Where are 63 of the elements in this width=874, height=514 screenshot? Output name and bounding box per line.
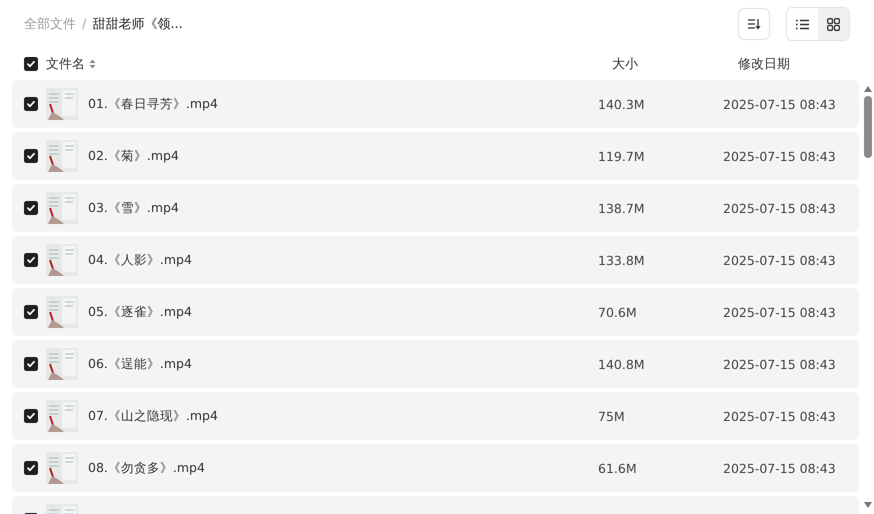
checkbox[interactable] (24, 409, 38, 423)
file-row[interactable]: 07.《山之隐现》.mp4 75M 2025-07-15 08:43 (12, 392, 859, 440)
file-name: 06.《逞能》.mp4 (88, 356, 192, 370)
modified-date: 2025-07-15 08:43 (723, 252, 836, 268)
checkbox[interactable] (24, 201, 38, 215)
grid-icon (827, 18, 840, 30)
file-name: 05.《逐雀》.mp4 (88, 304, 192, 318)
file-size: 61.6M (598, 460, 637, 476)
file-size: 138.7M (598, 200, 645, 216)
file-size: 119.7M (598, 148, 645, 164)
checkbox[interactable] (24, 253, 38, 267)
file-row[interactable]: 03.《雪》.mp4 138.7M 2025-07-15 08:43 (12, 184, 859, 232)
file-row[interactable]: 01.《春日寻芳》.mp4 140.3M 2025-07-15 08:43 (12, 80, 859, 128)
sort-arrows-icon[interactable] (89, 59, 96, 69)
sort-button[interactable] (738, 8, 770, 40)
modified-date: 2025-07-15 08:43 (723, 96, 836, 112)
video-thumbnail (46, 400, 78, 432)
breadcrumb-link[interactable]: 甜甜老师《领... (92, 15, 183, 33)
modified-date: 2025-07-15 08:43 (723, 148, 836, 164)
checkbox[interactable] (24, 461, 38, 475)
column-header[interactable]: 文件名 (46, 55, 85, 73)
file-row[interactable]: 02.《菊》.mp4 119.7M 2025-07-15 08:43 (12, 132, 859, 180)
checkbox[interactable] (24, 305, 38, 319)
sort-icon (747, 18, 761, 30)
file-row[interactable]: 08.《勿贪多》.mp4 61.6M 2025-07-15 08:43 (12, 444, 859, 492)
checkbox[interactable] (24, 149, 38, 163)
file-name: 02.《菊》.mp4 (88, 148, 179, 162)
checkbox[interactable] (24, 357, 38, 371)
grid-view-button[interactable] (818, 8, 849, 40)
modified-date: 2025-07-15 08:43 (723, 460, 836, 476)
column-header[interactable]: 大小 (612, 55, 738, 73)
video-thumbnail (46, 88, 78, 120)
file-name: 08.《勿贪多》.mp4 (88, 460, 205, 474)
file-row[interactable]: 05.《逐雀》.mp4 70.6M 2025-07-15 08:43 (12, 288, 859, 336)
list-icon (796, 18, 809, 30)
checkbox[interactable] (24, 57, 38, 71)
file-size: 140.8M (598, 356, 645, 372)
file-size: 140.3M (598, 96, 645, 112)
modified-date: 2025-07-15 08:43 (723, 304, 836, 320)
file-row[interactable]: 04.《人影》.mp4 133.8M 2025-07-15 08:43 (12, 236, 859, 284)
column-header[interactable]: 修改日期 (738, 55, 790, 73)
scroll-thumb[interactable] (864, 96, 872, 158)
modified-date: 2025-07-15 08:43 (723, 200, 836, 216)
video-thumbnail (46, 140, 78, 172)
file-name: 07.《山之隐现》.mp4 (88, 408, 218, 422)
video-thumbnail (46, 244, 78, 276)
file-name: 01.《春日寻芳》.mp4 (88, 96, 218, 110)
file-size: 133.8M (598, 252, 645, 268)
scroll-down-icon[interactable] (864, 502, 872, 508)
scroll-up-icon[interactable] (864, 86, 872, 92)
modified-date: 2025-07-15 08:43 (723, 408, 836, 424)
video-thumbnail (46, 192, 78, 224)
checkbox[interactable] (24, 97, 38, 111)
file-name: 03.《雪》.mp4 (88, 200, 179, 214)
file-size: 70.6M (598, 304, 637, 320)
video-thumbnail (46, 296, 78, 328)
modified-date: 2025-07-15 08:43 (723, 356, 836, 372)
video-thumbnail (46, 348, 78, 380)
file-size: 75M (598, 408, 625, 424)
video-thumbnail (46, 452, 78, 484)
file-row[interactable]: 06.《逞能》.mp4 140.8M 2025-07-15 08:43 (12, 340, 859, 388)
breadcrumb-separator: / (82, 16, 86, 32)
file-name: 04.《人影》.mp4 (88, 252, 192, 266)
